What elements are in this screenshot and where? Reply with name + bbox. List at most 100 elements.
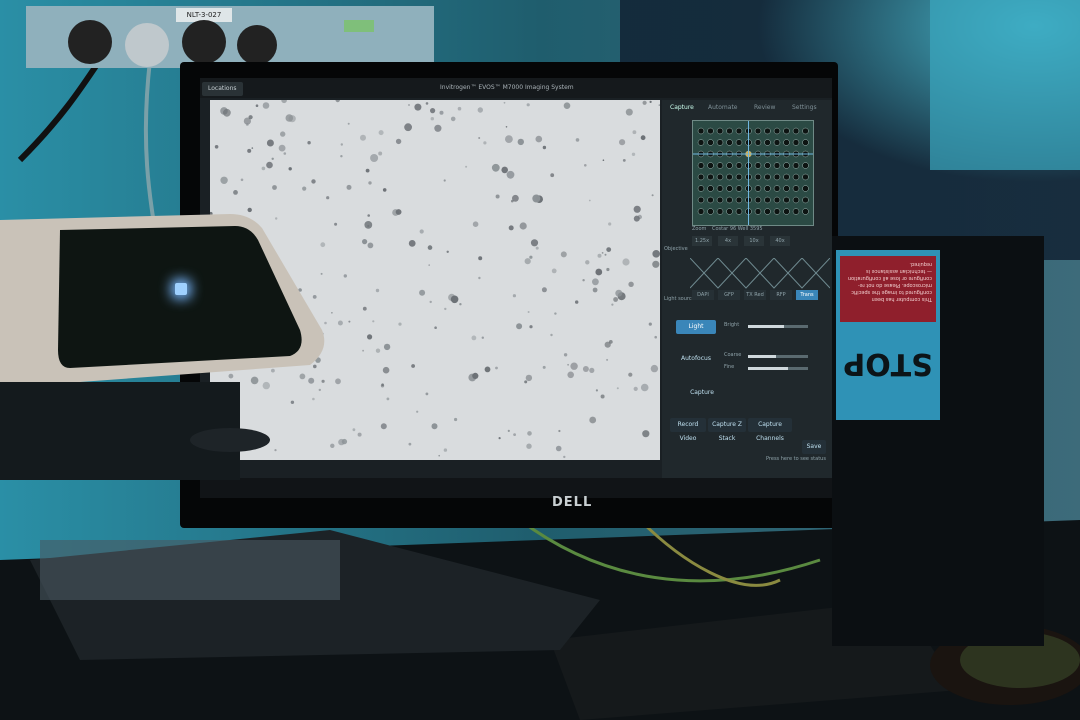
capture-button[interactable]: Capture xyxy=(682,386,722,400)
well[interactable] xyxy=(773,208,781,215)
objective-4x[interactable]: 4x xyxy=(718,236,738,246)
well[interactable] xyxy=(764,196,771,204)
well[interactable] xyxy=(716,139,724,146)
well[interactable] xyxy=(707,139,714,146)
objective-40x[interactable]: 40x xyxy=(770,236,790,246)
well[interactable] xyxy=(726,127,733,135)
well[interactable] xyxy=(726,185,733,192)
well[interactable] xyxy=(726,162,733,169)
channel-txred[interactable]: TX Red xyxy=(744,290,766,300)
coarse-slider[interactable] xyxy=(748,355,808,358)
well[interactable] xyxy=(697,139,705,146)
capture-zstack-button[interactable]: Capture Z Stack xyxy=(708,418,746,442)
well[interactable] xyxy=(754,185,762,192)
capture-channels-button[interactable]: Capture Channels xyxy=(748,418,792,442)
well[interactable] xyxy=(707,208,714,215)
well[interactable] xyxy=(783,127,790,135)
well[interactable] xyxy=(716,185,724,192)
well[interactable] xyxy=(707,127,714,135)
well[interactable] xyxy=(783,173,790,181)
well[interactable] xyxy=(716,127,724,135)
well[interactable] xyxy=(735,139,743,146)
brightness-slider[interactable] xyxy=(748,325,808,328)
well[interactable] xyxy=(726,173,733,181)
well[interactable] xyxy=(783,139,790,146)
well[interactable] xyxy=(697,162,705,169)
well[interactable] xyxy=(802,173,809,181)
channel-dapi[interactable]: DAPI xyxy=(692,290,714,300)
well[interactable] xyxy=(726,196,733,204)
well[interactable] xyxy=(707,173,714,181)
tab-settings[interactable]: Settings xyxy=(792,102,817,114)
well[interactable] xyxy=(754,162,762,169)
objective-10x[interactable]: 10x xyxy=(744,236,764,246)
well[interactable] xyxy=(773,196,781,204)
well[interactable] xyxy=(764,208,771,215)
well[interactable] xyxy=(754,208,762,215)
channel-rfp[interactable]: RFP xyxy=(770,290,792,300)
well[interactable] xyxy=(802,185,809,192)
well[interactable] xyxy=(697,208,705,215)
well[interactable] xyxy=(707,185,714,192)
well[interactable] xyxy=(764,127,771,135)
well[interactable] xyxy=(792,196,800,204)
well[interactable] xyxy=(783,208,790,215)
well[interactable] xyxy=(773,139,781,146)
well[interactable] xyxy=(707,196,714,204)
well[interactable] xyxy=(792,185,800,192)
well[interactable] xyxy=(697,173,705,181)
record-video-button[interactable]: Record Video xyxy=(670,418,706,442)
channel-trans[interactable]: Trans xyxy=(796,290,818,300)
well[interactable] xyxy=(792,139,800,146)
well[interactable] xyxy=(754,139,762,146)
locations-tab[interactable]: Locations xyxy=(202,82,243,96)
fine-slider[interactable] xyxy=(748,367,808,370)
well[interactable] xyxy=(754,127,762,135)
well[interactable] xyxy=(716,208,724,215)
channel-gfp[interactable]: GFP xyxy=(718,290,740,300)
well[interactable] xyxy=(716,173,724,181)
well[interactable] xyxy=(792,173,800,181)
tab-automate[interactable]: Automate xyxy=(708,102,738,114)
well[interactable] xyxy=(735,127,743,135)
well[interactable] xyxy=(773,185,781,192)
well[interactable] xyxy=(773,162,781,169)
well[interactable] xyxy=(764,162,771,169)
well[interactable] xyxy=(697,127,705,135)
well[interactable] xyxy=(754,196,762,204)
well[interactable] xyxy=(792,162,800,169)
autofocus-button[interactable]: Autofocus xyxy=(676,352,716,366)
well[interactable] xyxy=(773,173,781,181)
well[interactable] xyxy=(716,162,724,169)
well[interactable] xyxy=(802,196,809,204)
well[interactable] xyxy=(726,139,733,146)
well[interactable] xyxy=(754,173,762,181)
well[interactable] xyxy=(735,173,743,181)
well[interactable] xyxy=(802,162,809,169)
well[interactable] xyxy=(783,185,790,192)
well[interactable] xyxy=(697,185,705,192)
light-button[interactable]: Light xyxy=(676,320,716,334)
well[interactable] xyxy=(735,208,743,215)
well[interactable] xyxy=(764,139,771,146)
well[interactable] xyxy=(735,196,743,204)
tab-capture[interactable]: Capture xyxy=(670,102,694,114)
well[interactable] xyxy=(735,185,743,192)
well[interactable] xyxy=(735,162,743,169)
tab-review[interactable]: Review xyxy=(754,102,775,114)
well[interactable] xyxy=(697,196,705,204)
well[interactable] xyxy=(792,208,800,215)
well[interactable] xyxy=(802,127,809,135)
well[interactable] xyxy=(792,127,800,135)
well[interactable] xyxy=(783,162,790,169)
well[interactable] xyxy=(764,173,771,181)
well[interactable] xyxy=(726,208,733,215)
well[interactable] xyxy=(707,162,714,169)
well[interactable] xyxy=(773,127,781,135)
well[interactable] xyxy=(802,208,809,215)
objective-1-25x[interactable]: 1.25x xyxy=(692,236,712,246)
well[interactable] xyxy=(802,139,809,146)
save-button[interactable]: Save xyxy=(802,440,826,454)
well-plate-map[interactable] xyxy=(692,120,814,226)
well[interactable] xyxy=(716,196,724,204)
